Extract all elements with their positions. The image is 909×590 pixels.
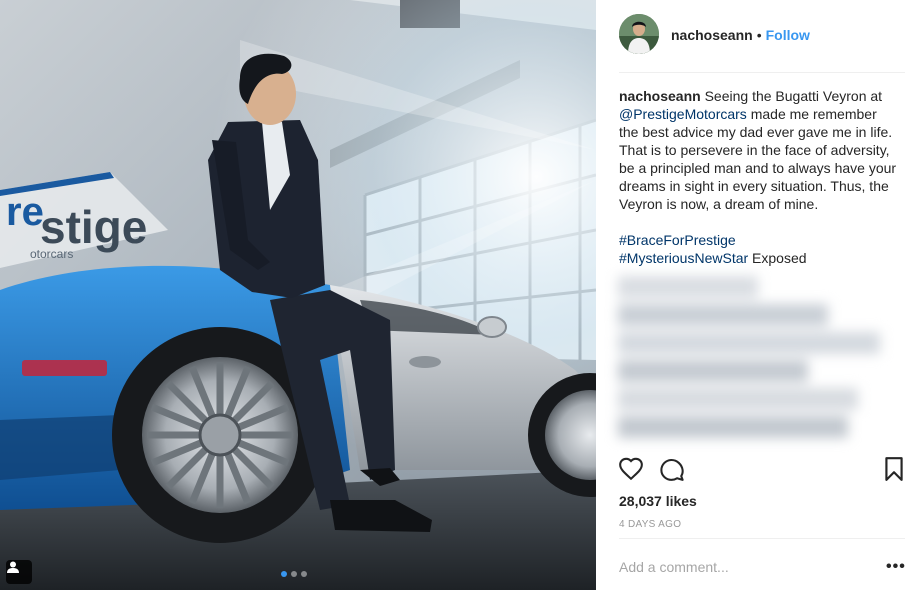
carousel-dot <box>291 571 297 577</box>
caption-hashtags: #BraceForPrestige #MysteriousNewStar Exp… <box>619 231 899 267</box>
separator-dot: • <box>756 27 762 43</box>
post-timestamp[interactable]: 4 DAYS AGO <box>619 519 681 530</box>
bookmark-icon[interactable] <box>884 456 904 487</box>
carousel-dot <box>281 571 287 577</box>
user-tag-icon[interactable] <box>6 560 32 584</box>
username-link[interactable]: nachoseann <box>671 27 753 43</box>
photo-scene: stige otorcars re <box>0 0 596 590</box>
more-options-icon[interactable]: ••• <box>886 558 906 576</box>
post-side-panel: nachoseann • Follow nachoseann Seeing the … <box>596 0 909 590</box>
caption-author-link[interactable]: nachoseann <box>619 88 701 104</box>
svg-text:re: re <box>6 190 44 234</box>
hashtag-link[interactable]: #BraceForPrestige <box>619 232 736 248</box>
comment-icon[interactable] <box>659 456 685 487</box>
post-actions <box>596 456 909 486</box>
avatar[interactable] <box>619 14 659 54</box>
hashtag-link[interactable]: #MysteriousNewStar <box>619 250 748 266</box>
likes-count[interactable]: 28,037 likes <box>619 493 697 509</box>
caption-text: Exposed <box>752 250 807 266</box>
sign-text: stige <box>40 201 147 253</box>
post-header: nachoseann • Follow <box>596 0 909 70</box>
sign-subtext: otorcars <box>30 247 73 261</box>
follow-button[interactable]: Follow <box>766 27 810 43</box>
comment-input[interactable] <box>619 556 869 578</box>
carousel-indicator <box>281 571 307 577</box>
blurred-comments <box>614 268 884 458</box>
heart-icon[interactable] <box>618 456 644 487</box>
post-caption: nachoseann Seeing the Bugatti Veyron at … <box>619 87 899 267</box>
mention-link[interactable]: @PrestigeMotorcars <box>619 106 747 122</box>
post-photo[interactable]: stige otorcars re <box>0 0 596 590</box>
carousel-dot <box>301 571 307 577</box>
divider <box>619 538 905 539</box>
caption-text: Seeing the Bugatti Veyron at <box>704 88 883 104</box>
divider <box>619 72 905 73</box>
